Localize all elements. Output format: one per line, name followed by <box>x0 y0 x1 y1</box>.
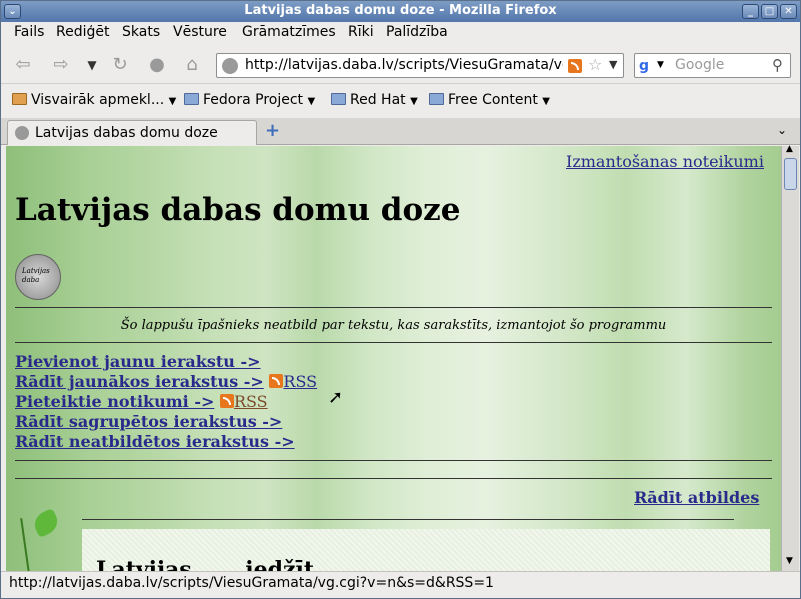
title-bar: ⌄ Latvijas dabas domu doze - Mozilla Fir… <box>1 1 800 22</box>
menu-bookmarks[interactable]: Grāmatzīmes <box>242 24 336 40</box>
browser-window: ⌄ Latvijas dabas domu doze - Mozilla Fir… <box>0 0 801 599</box>
disclaimer-text: Šo lappušu īpašnieks neatbild par tekstu… <box>120 318 667 333</box>
scroll-up-icon[interactable]: ▲ <box>786 144 793 154</box>
page-content: Izmantošanas noteikumi Latvijas dabas do… <box>6 146 781 571</box>
status-bar: http://latvijas.daba.lv/scripts/ViesuGra… <box>1 571 800 598</box>
rss-link[interactable]: RSS <box>283 372 317 391</box>
entry-panel: Latvijas... ...iedžīt <box>82 529 770 571</box>
scroll-thumb[interactable] <box>784 158 797 190</box>
menu-view[interactable]: Skats <box>122 24 160 40</box>
site-identity-icon[interactable] <box>222 58 238 74</box>
show-answers-link[interactable]: Rādīt atbildes <box>634 488 759 507</box>
search-icon[interactable]: ⚲ <box>772 56 783 74</box>
bookmark-red-hat[interactable]: Red Hat ▼ <box>331 92 418 108</box>
search-placeholder: Google <box>675 57 725 73</box>
menu-tools[interactable]: Rīki <box>348 24 374 40</box>
bookmark-star-icon[interactable]: ☆ <box>588 55 602 74</box>
newest-entries-link[interactable]: Rādīt jaunākos ierakstus -> <box>15 372 264 391</box>
menu-edit[interactable]: Rediģēt <box>56 24 109 40</box>
folder-icon <box>331 93 346 105</box>
bookmark-fedora-project[interactable]: Fedora Project ▼ <box>184 92 315 108</box>
search-box[interactable]: g ▼ Google ⚲ <box>634 53 791 78</box>
divider <box>15 478 772 479</box>
menu-bar: Fails Rediģēt Skats Vēsture Grāmatzīmes … <box>1 22 800 44</box>
divider <box>15 342 772 343</box>
divider <box>15 307 772 308</box>
site-logo: Latvijas daba <box>15 254 61 300</box>
history-dropdown-icon[interactable]: ▼ <box>80 54 104 76</box>
rss-icon[interactable] <box>269 374 284 388</box>
tab-label: Latvijas dabas domu doze <box>35 125 218 141</box>
stop-icon[interactable]: ● <box>145 54 169 76</box>
url-dropdown-icon[interactable]: ▼ <box>609 58 617 71</box>
rss-icon[interactable] <box>219 394 234 408</box>
status-text: http://latvijas.daba.lv/scripts/ViesuGra… <box>9 575 494 591</box>
back-icon[interactable]: ⇦ <box>11 54 35 76</box>
entry-heading: Latvijas... ...iedžīt <box>96 557 314 571</box>
new-tab-icon[interactable]: + <box>265 120 280 141</box>
logo-text: Latvijas daba <box>22 267 50 284</box>
window-title: Latvijas dabas domu doze - Mozilla Firef… <box>244 3 557 18</box>
folder-icon <box>184 93 199 105</box>
sorted-entries-link[interactable]: Rādīt sagrupētos ierakstus -> <box>15 412 282 431</box>
unanswered-entries-link[interactable]: Rādīt neatbildētos ierakstus -> <box>15 432 295 451</box>
vertical-scrollbar[interactable]: ▲ ▼ <box>781 144 799 571</box>
divider <box>15 460 772 461</box>
bookmarks-toolbar: Visvairāk apmekl... ▼ Fedora Project ▼ R… <box>1 87 800 115</box>
rss-link-2[interactable]: RSS <box>234 392 268 411</box>
scroll-down-icon[interactable]: ▼ <box>786 556 793 566</box>
reload-icon[interactable]: ↻ <box>108 54 132 76</box>
bookmark-most-visited[interactable]: Visvairāk apmekl... ▼ <box>12 92 176 108</box>
smart-folder-icon <box>12 93 27 105</box>
rss-feed-icon[interactable] <box>568 59 582 73</box>
home-icon[interactable]: ⌂ <box>180 54 204 76</box>
tab-bar: Latvijas dabas domu doze + ⌄ <box>1 118 800 145</box>
url-text[interactable]: http://latvijas.daba.lv/scripts/ViesuGra… <box>245 57 563 73</box>
leaf-decoration-icon <box>20 507 65 571</box>
google-engine-icon[interactable]: g <box>639 58 649 74</box>
maximize-button[interactable]: □ <box>761 4 778 19</box>
minimize-button[interactable]: _ <box>742 4 759 19</box>
favicon-icon <box>15 126 29 140</box>
menu-help[interactable]: Palīdzība <box>386 24 448 40</box>
bookmark-free-content[interactable]: Free Content ▼ <box>429 92 550 108</box>
forward-icon[interactable]: ⇨ <box>49 54 73 76</box>
events-link[interactable]: Pieteiktie notikumi -> <box>15 392 214 411</box>
nav-link-list: Pievienot jaunu ierakstu -> Rādīt jaunāk… <box>15 352 317 452</box>
close-button[interactable]: ✕ <box>780 4 797 19</box>
navigation-toolbar: ⇦ ⇨ ▼ ↻ ● ⌂ http://latvijas.daba.lv/scri… <box>1 46 800 84</box>
mouse-cursor-icon: ➚ <box>328 387 344 408</box>
page-heading: Latvijas dabas domu doze <box>15 192 461 228</box>
tab-list-icon[interactable]: ⌄ <box>777 123 787 137</box>
url-bar[interactable]: http://latvijas.daba.lv/scripts/ViesuGra… <box>216 53 624 78</box>
menu-history[interactable]: Vēsture <box>173 24 227 40</box>
add-entry-link[interactable]: Pievienot jaunu ierakstu -> <box>15 352 261 371</box>
terms-link[interactable]: Izmantošanas noteikumi <box>566 152 764 171</box>
folder-icon <box>429 93 444 105</box>
menu-file[interactable]: Fails <box>14 24 44 40</box>
engine-dropdown-icon[interactable]: ▼ <box>657 60 664 70</box>
tab-active[interactable]: Latvijas dabas domu doze <box>7 120 257 145</box>
divider <box>82 519 734 520</box>
